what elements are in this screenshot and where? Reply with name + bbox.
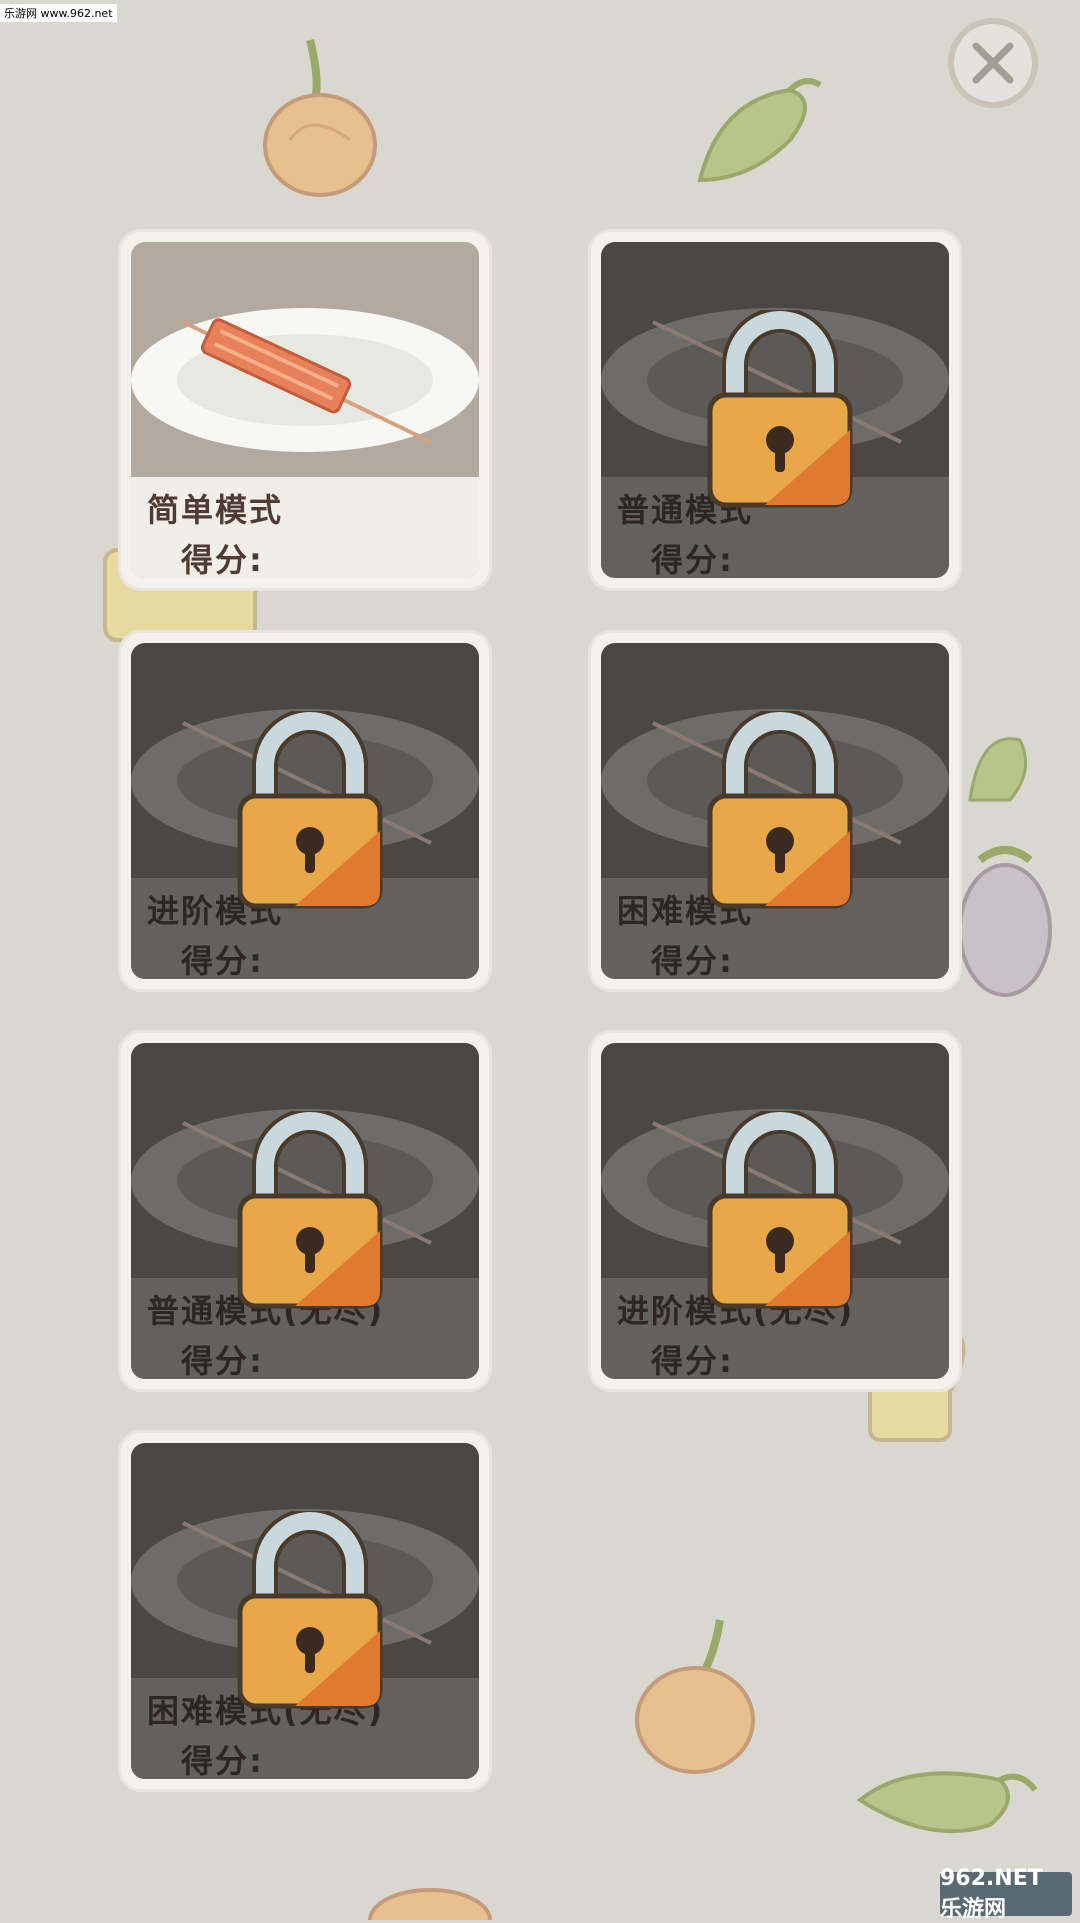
pepper-decoration-3 — [856, 1771, 1038, 1834]
mode-card-hard[interactable]: 困难模式 得分: — [591, 633, 959, 989]
mode-card-advanced[interactable]: 进阶模式 得分: — [121, 633, 489, 989]
lock-icon — [707, 310, 853, 508]
score-label: 得分: — [181, 942, 264, 979]
mode-card-easy[interactable]: 简单模式 得分: — [121, 232, 489, 588]
mode-card-advanced-endless[interactable]: 进阶模式(无尽) 得分: — [591, 1033, 959, 1389]
pepper-decoration — [697, 78, 822, 183]
mode-card-normal[interactable]: 普通模式 得分: — [591, 232, 959, 588]
lock-icon — [707, 1111, 853, 1309]
pepper-decoration-2 — [968, 737, 1028, 802]
watermark-logo: 962.NET 乐游网 — [940, 1866, 1072, 1922]
score-label: 得分: — [651, 541, 734, 578]
lock-icon — [237, 1111, 383, 1309]
skewer-plate-image — [131, 308, 479, 452]
eggplant-decoration — [958, 846, 1052, 997]
mode-card-hard-endless[interactable]: 困难模式(无尽) 得分: — [121, 1433, 489, 1789]
score-label: 得分: — [181, 1342, 264, 1379]
mode-name: 简单模式 — [147, 491, 284, 529]
score-label: 得分: — [181, 541, 264, 578]
lock-icon — [237, 711, 383, 909]
onion-decoration-3 — [368, 1888, 492, 1920]
score-label: 得分: — [651, 942, 734, 979]
close-icon — [972, 42, 1014, 84]
onion-decoration — [263, 39, 377, 197]
score-label: 得分: — [181, 1742, 264, 1779]
watermark-top: 乐游网 www.962.net — [0, 4, 117, 22]
lock-icon — [237, 1511, 383, 1709]
mode-card-normal-endless[interactable]: 普通模式(无尽) 得分: — [121, 1033, 489, 1389]
score-label: 得分: — [651, 1342, 734, 1379]
close-button[interactable] — [948, 18, 1038, 108]
onion-decoration-2 — [635, 1619, 755, 1774]
lock-icon — [707, 711, 853, 909]
